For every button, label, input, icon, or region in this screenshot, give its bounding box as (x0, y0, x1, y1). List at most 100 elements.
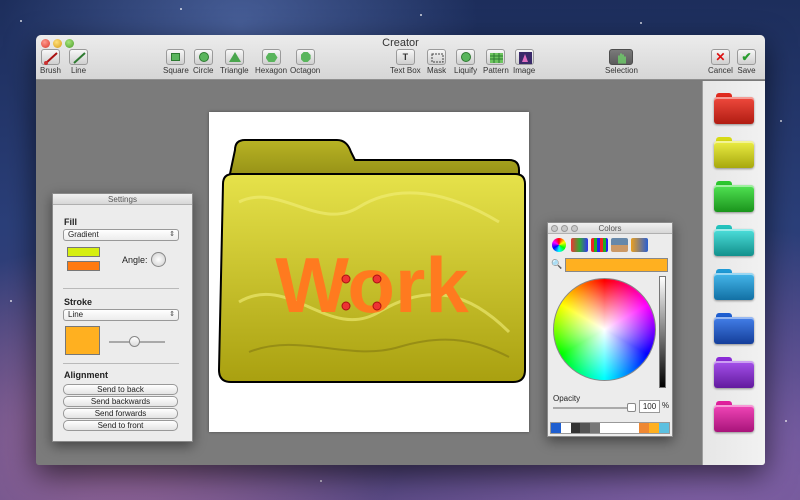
swatch-yellow[interactable] (649, 423, 660, 433)
opacity-slider-knob[interactable] (627, 403, 636, 412)
swatch-empty[interactable] (609, 423, 620, 433)
cancel-x-icon: ✕ (710, 49, 730, 65)
color-swatch-strip[interactable] (550, 422, 670, 434)
magnifier-icon[interactable]: 🔍 (551, 259, 562, 270)
send-backwards-button[interactable]: Send backwards (63, 396, 178, 407)
folder-preset-darkblue[interactable] (714, 313, 754, 344)
brush-tool[interactable]: Brush (40, 49, 61, 75)
settings-title: Settings (53, 194, 192, 205)
folder-icon (714, 317, 754, 344)
star (420, 14, 422, 16)
save-checkmark-icon: ✔ (737, 49, 756, 65)
hexagon-tool[interactable]: Hexagon (255, 49, 287, 75)
circle-tool[interactable]: Circle (193, 49, 213, 75)
stroke-color-swatch[interactable] (65, 326, 100, 355)
colors-zoom-button[interactable] (571, 225, 578, 232)
cancel-button[interactable]: ✕ Cancel (708, 49, 733, 75)
folder-icon (714, 273, 754, 300)
textbox-tool[interactable]: T Text Box (390, 49, 421, 75)
image-palettes-mode-icon[interactable] (611, 238, 628, 252)
swatch-gray[interactable] (590, 423, 601, 433)
angle-dial[interactable] (151, 252, 166, 267)
stroke-width-slider-knob[interactable] (129, 336, 140, 347)
swatch-empty[interactable] (560, 423, 571, 433)
colors-close-button[interactable] (551, 225, 558, 232)
liquify-tool[interactable]: Liquify (454, 49, 477, 75)
swatch-empty[interactable] (629, 423, 640, 433)
colors-minimize-button[interactable] (561, 225, 568, 232)
folder-preset-purple[interactable] (714, 357, 754, 388)
folder-preset-blue[interactable] (714, 269, 754, 300)
window-title: Creator (382, 37, 419, 49)
divider (63, 363, 179, 364)
folder-icon (714, 185, 754, 212)
star (180, 8, 182, 10)
triangle-tool[interactable]: Triangle (220, 49, 249, 75)
square-tool[interactable]: Square (163, 49, 189, 75)
opacity-label: Opacity (553, 394, 581, 403)
swatch-orange[interactable] (639, 423, 650, 433)
swatch-blue[interactable] (551, 423, 561, 433)
color-palettes-mode-icon[interactable] (591, 238, 608, 252)
octagon-icon (295, 49, 315, 65)
folder-icon (714, 405, 754, 432)
folder-preset-yellow[interactable] (714, 137, 754, 168)
colors-title: Colors (548, 223, 672, 234)
hexagon-icon (261, 49, 281, 65)
swatch-cyan[interactable] (659, 423, 669, 433)
swatch-gray[interactable] (580, 423, 591, 433)
folder-preset-red[interactable] (714, 93, 754, 124)
fill-type-select[interactable]: Gradient ⇕ (63, 229, 179, 241)
current-color-well[interactable] (565, 258, 668, 272)
send-to-back-button[interactable]: Send to back (63, 384, 178, 395)
star (640, 22, 642, 24)
save-button[interactable]: ✔ Save (737, 49, 756, 75)
line-icon (69, 49, 88, 65)
select-arrows-icon: ⇕ (169, 231, 175, 238)
color-wheel-mode-icon[interactable] (552, 238, 566, 252)
mask-tool[interactable]: Mask (427, 49, 446, 75)
folder-artwork[interactable]: Work (209, 112, 529, 432)
creator-window: Creator Brush Line Square Circle Triangl… (36, 35, 765, 465)
image-tool[interactable]: Image (513, 49, 535, 75)
circle-icon (193, 49, 213, 65)
folder-label-text[interactable]: Work (275, 241, 469, 329)
pattern-icon (486, 49, 506, 65)
color-wheel[interactable] (553, 278, 656, 381)
stroke-type-select[interactable]: Line ⇕ (63, 309, 179, 321)
fill-color-swatch-2[interactable] (67, 261, 100, 271)
star (10, 300, 12, 302)
folder-icon (714, 97, 754, 124)
stroke-label: Stroke (64, 297, 93, 307)
opacity-slider-track[interactable] (553, 407, 633, 409)
star (785, 420, 787, 422)
pattern-tool[interactable]: Pattern (483, 49, 509, 75)
swatch-dark[interactable] (570, 423, 581, 433)
percent-label: % (662, 401, 670, 410)
folder-preset-pink[interactable] (714, 401, 754, 432)
color-sliders-mode-icon[interactable] (571, 238, 588, 252)
line-tool[interactable]: Line (69, 49, 88, 75)
crayons-mode-icon[interactable] (631, 238, 648, 252)
fill-color-swatch-1[interactable] (67, 247, 100, 257)
folder-preset-teal[interactable] (714, 225, 754, 256)
angle-label: Angle: (122, 255, 148, 265)
swatch-empty[interactable] (600, 423, 610, 433)
brightness-slider[interactable] (659, 276, 666, 388)
document-canvas[interactable]: Work (209, 112, 529, 432)
swatch-empty[interactable] (619, 423, 630, 433)
liquify-icon (456, 49, 476, 65)
opacity-value-field[interactable]: 100 (639, 400, 660, 413)
octagon-tool[interactable]: Octagon (290, 49, 320, 75)
selection-tool[interactable]: Selection (605, 49, 638, 75)
selection-hand-icon (609, 49, 634, 65)
send-forwards-button[interactable]: Send forwards (63, 408, 178, 419)
star (320, 480, 322, 482)
send-to-front-button[interactable]: Send to front (63, 420, 178, 431)
alignment-label: Alignment (64, 370, 108, 380)
star (20, 20, 22, 22)
folder-icon (714, 361, 754, 388)
folder-icon (714, 229, 754, 256)
folder-preset-green[interactable] (714, 181, 754, 212)
divider (63, 288, 179, 289)
